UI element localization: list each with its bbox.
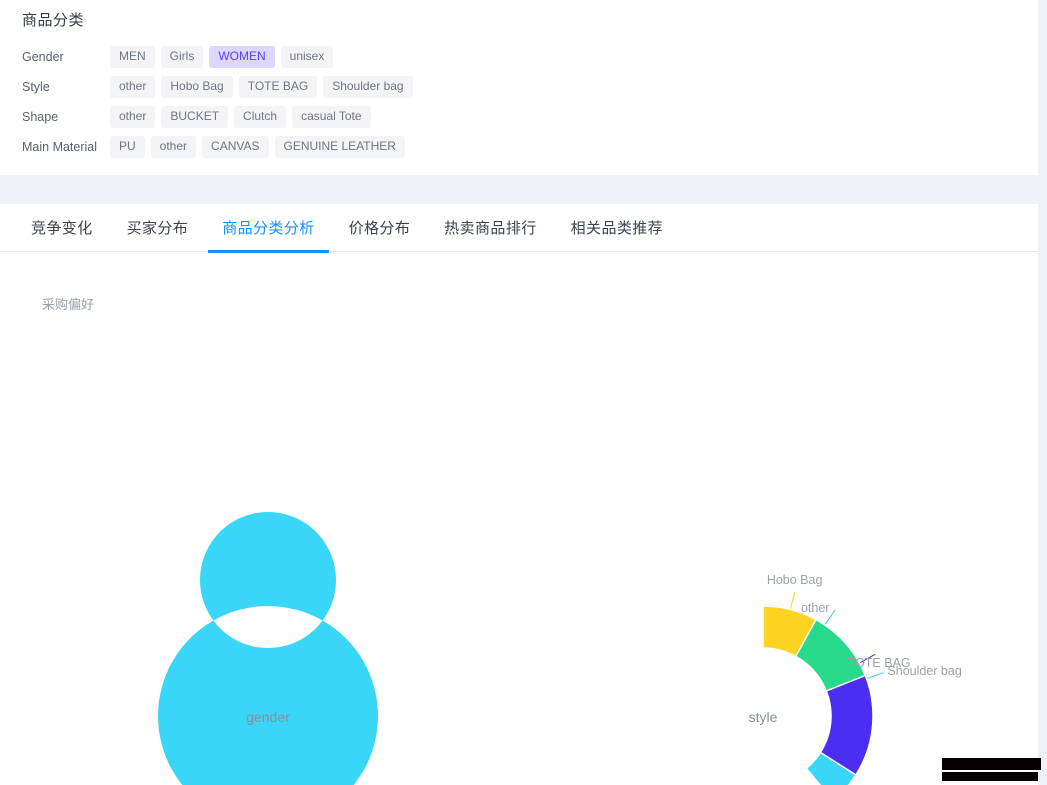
slice-label-tote-bag: TOTE BAG (847, 656, 911, 671)
filter-tag-tote-bag[interactable]: TOTE BAG (238, 76, 318, 98)
filter-tag-group: other Hobo Bag TOTE BAG Shoulder bag (110, 76, 413, 98)
product-category-filter-card: 商品分类 Gender MEN Girls WOMEN unisex Style other… (0, 0, 1038, 175)
filter-tag-genuine-leather[interactable]: GENUINE LEATHER (274, 136, 405, 158)
tab-bar: 竞争变化 买家分布 商品分类分析 价格分布 热卖商品排行 相关品类推荐 (0, 204, 1038, 253)
section-divider-band (0, 175, 1038, 204)
filter-row-shape: Shape other BUCKET Clutch casual Tote (22, 102, 413, 132)
filter-tag-canvas[interactable]: CANVAS (202, 136, 269, 158)
filter-tag-unisex[interactable]: unisex (280, 46, 334, 68)
analysis-panel: 竞争变化 买家分布 商品分类分析 价格分布 热卖商品排行 相关品类推荐 采购偏好 gend… (0, 204, 1038, 785)
donut-gender-svg (157, 512, 378, 785)
section-caption: 采购偏好 (42, 297, 95, 312)
donut-chart-gender[interactable]: gender WOMEN (88, 512, 448, 785)
filter-tag-shoulder-bag[interactable]: Shoulder bag (323, 76, 413, 98)
filter-rows: Gender MEN Girls WOMEN unisex Style other Hobo … (22, 42, 413, 162)
filter-row-gender: Gender MEN Girls WOMEN unisex (22, 42, 413, 72)
tab-2[interactable]: 商品分类分析 (205, 204, 331, 253)
filter-tag-other[interactable]: other (110, 106, 156, 128)
tab-3[interactable]: 价格分布 (332, 204, 428, 252)
filter-tag-men[interactable]: MEN (110, 46, 155, 68)
filter-tag-group: MEN Girls WOMEN unisex (110, 46, 334, 68)
filter-tag-girls[interactable]: Girls (160, 46, 204, 68)
tab-1[interactable]: 买家分布 (110, 204, 206, 252)
filter-tag-group: other BUCKET Clutch casual Tote (110, 106, 371, 128)
filter-row-main-material: Main Material PU other CANVAS GENUINE LEATHE… (22, 132, 413, 162)
tab-4[interactable]: 热卖商品排行 (427, 204, 553, 252)
filter-tag-other[interactable]: other (150, 136, 197, 158)
tab-0[interactable]: 竞争变化 (14, 204, 110, 252)
filter-tag-casual-tote[interactable]: casual Tote (292, 106, 371, 128)
filter-tag-pu[interactable]: PU (110, 136, 145, 158)
redaction-bar-1 (942, 772, 1038, 781)
leader-line-shoulder-bag (867, 672, 884, 679)
filter-row-label: Shape (22, 110, 59, 124)
leader-line-hobo-bag (790, 591, 796, 609)
filter-tag-clutch[interactable]: Clutch (234, 106, 287, 128)
redaction-bar-0 (942, 758, 1041, 770)
slice-label-other: other (800, 601, 830, 616)
filter-tag-group: PU other CANVAS GENUINE LEATHER (110, 136, 405, 158)
filter-tag-other[interactable]: other (110, 76, 156, 98)
filter-tag-bucket[interactable]: BUCKET (161, 106, 229, 128)
donut-chart-style[interactable]: style Shoulder bag TOTE BAG other Hobo Bag (583, 552, 962, 785)
tab-5[interactable]: 相关品类推荐 (554, 204, 680, 252)
slice-label-hobo-bag: Hobo Bag (766, 573, 823, 588)
filter-tag-hobo-bag[interactable]: Hobo Bag (161, 76, 233, 98)
app-page: 商品分类 Gender MEN Girls WOMEN unisex Style other… (0, 0, 1047, 785)
right-gutter (1038, 0, 1047, 785)
pie-slice-women[interactable] (157, 512, 378, 785)
filter-row-label: Main Material (22, 140, 98, 154)
filter-row-style: Style other Hobo Bag TOTE BAG Shoulder bag (22, 72, 413, 102)
filter-row-label: Gender (22, 50, 64, 64)
filter-tag-women[interactable]: WOMEN (209, 46, 275, 68)
filter-row-label: Style (22, 80, 50, 94)
chart-area: 采购偏好 gender WOMEN style Shoulder bagTOTE… (0, 252, 1038, 785)
filter-card-title: 商品分类 (22, 12, 85, 29)
